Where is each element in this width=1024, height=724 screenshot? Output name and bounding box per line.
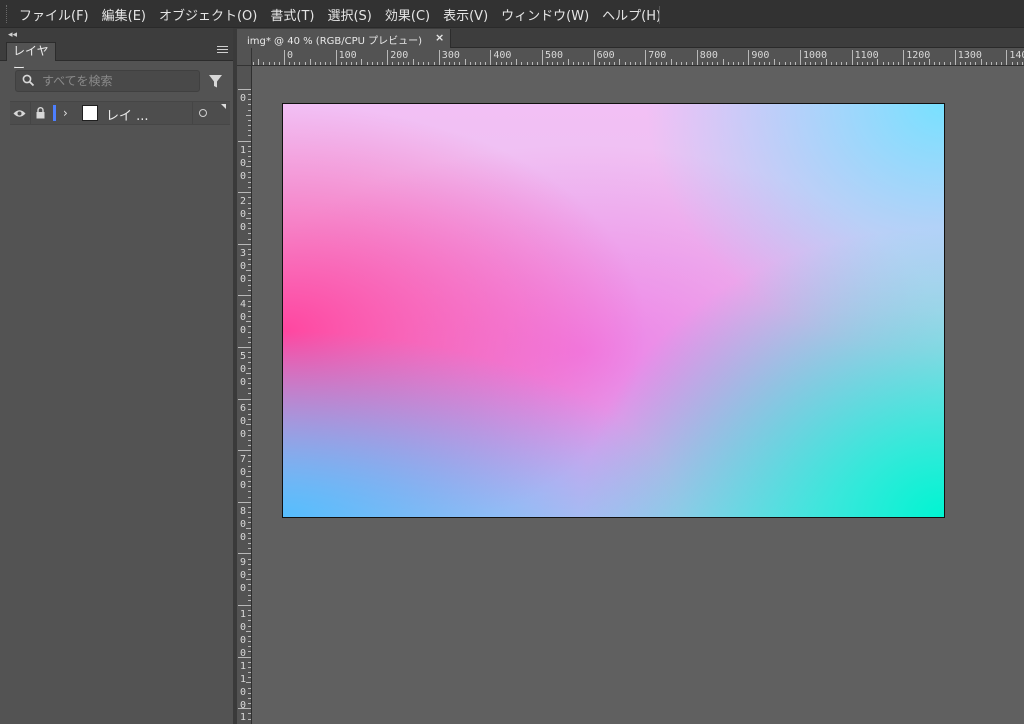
ruler-label: 200 <box>390 50 409 61</box>
collapse-panel-icon[interactable]: ◂◂ <box>8 28 17 42</box>
layer-thumbnail <box>82 105 98 121</box>
column-separator <box>192 102 193 124</box>
ruler-label: 900 <box>751 50 770 61</box>
layer-search-box <box>15 70 200 92</box>
ruler-label: 1 1 0 0 <box>239 660 247 711</box>
lock-icon[interactable] <box>36 107 45 119</box>
ruler-label: 800 <box>699 50 718 61</box>
close-icon[interactable]: × <box>435 31 444 44</box>
ruler-label: 1 0 0 0 <box>239 609 247 659</box>
menu-window[interactable]: ウィンドウ(W) <box>501 5 589 24</box>
ruler-label: 400 <box>493 50 512 61</box>
ruler-label: 6 0 0 <box>239 402 247 440</box>
ruler-label: 600 <box>596 50 615 61</box>
tab-layers[interactable]: レイヤー <box>6 42 56 75</box>
layer-color-swatch <box>53 105 56 121</box>
vertical-ruler[interactable]: 0 1 0 0 2 0 0 3 0 0 4 0 0 5 0 0 6 0 0 7 0 0 8 0 … <box>237 66 252 724</box>
artboard-gradient-image[interactable] <box>282 103 945 518</box>
ruler-label: 1 0 0 <box>239 144 247 182</box>
ruler-label: 1000 <box>803 50 828 61</box>
menubar-separator <box>659 6 660 24</box>
ruler-label: 140 <box>1009 50 1024 61</box>
ruler-label: 1300 <box>957 50 982 61</box>
selection-corner-icon <box>221 104 226 109</box>
filter-icon[interactable] <box>208 74 223 89</box>
menubar-grip <box>6 5 9 23</box>
ruler-corner[interactable] <box>237 48 252 66</box>
ruler-label: 5 0 0 <box>239 351 247 388</box>
target-circle-icon[interactable] <box>199 109 207 117</box>
layers-panel: ◂◂ レイヤー › レイ ... <box>0 28 233 724</box>
menu-view[interactable]: 表示(V) <box>443 5 488 24</box>
menu-file[interactable]: ファイル(F) <box>19 5 89 24</box>
menu-select[interactable]: 選択(S) <box>327 5 371 24</box>
ruler-label: 0 <box>287 50 294 61</box>
document-tab[interactable]: img* @ 40 % (RGB/CPU プレビュー) × <box>237 29 451 48</box>
ruler-label: 3 0 0 <box>239 247 247 285</box>
document-tab-bar: img* @ 40 % (RGB/CPU プレビュー) × <box>237 28 1024 48</box>
ruler-label: 0 <box>239 93 247 104</box>
ruler-label: 1200 <box>906 50 931 61</box>
ruler-label: 500 <box>545 50 564 61</box>
search-icon <box>22 74 35 87</box>
menu-object[interactable]: オブジェクト(O) <box>159 5 257 24</box>
panel-menu-icon[interactable] <box>217 46 228 55</box>
ruler-label: 2 0 0 <box>239 196 247 234</box>
eye-icon[interactable] <box>13 109 26 118</box>
column-separator <box>30 102 31 124</box>
ruler-label: 9 0 0 <box>239 557 247 595</box>
menu-effect[interactable]: 効果(C) <box>385 5 430 24</box>
menu-edit[interactable]: 編集(E) <box>102 5 146 24</box>
ruler-label: 1100 <box>854 50 879 61</box>
layer-name[interactable]: レイ ... <box>106 105 149 124</box>
ruler-label: 700 <box>648 50 667 61</box>
ruler-label: 300 <box>441 50 460 61</box>
chevron-right-icon[interactable]: › <box>63 106 68 120</box>
ruler-label: 4 0 0 <box>239 299 247 337</box>
panel-tab-row: レイヤー <box>0 42 233 75</box>
search-input[interactable] <box>42 73 192 89</box>
menu-type[interactable]: 書式(T) <box>270 5 314 24</box>
menu-help[interactable]: ヘルプ(H) <box>602 5 661 24</box>
horizontal-ruler[interactable]: 0 100 200 300 400 500 600 700 800 900 1000 1100 1200… <box>252 48 1024 66</box>
menu-items: ファイル(F) 編集(E) オブジェクト(O) 書式(T) 選択(S) 効果(C… <box>19 0 661 28</box>
ruler-label: 100 <box>338 50 357 61</box>
menu-bar: ファイル(F) 編集(E) オブジェクト(O) 書式(T) 選択(S) 効果(C… <box>0 0 1024 28</box>
panel-header-strip: ◂◂ <box>0 28 233 42</box>
ruler-label: 1 2 0 <box>239 712 247 724</box>
ruler-label: 7 0 0 <box>239 454 247 492</box>
ruler-label: 8 0 0 <box>239 505 247 543</box>
canvas-area[interactable] <box>252 66 1024 724</box>
layer-row[interactable]: › レイ ... <box>10 101 230 125</box>
document-tab-label: img* @ 40 % (RGB/CPU プレビュー) <box>247 36 423 47</box>
